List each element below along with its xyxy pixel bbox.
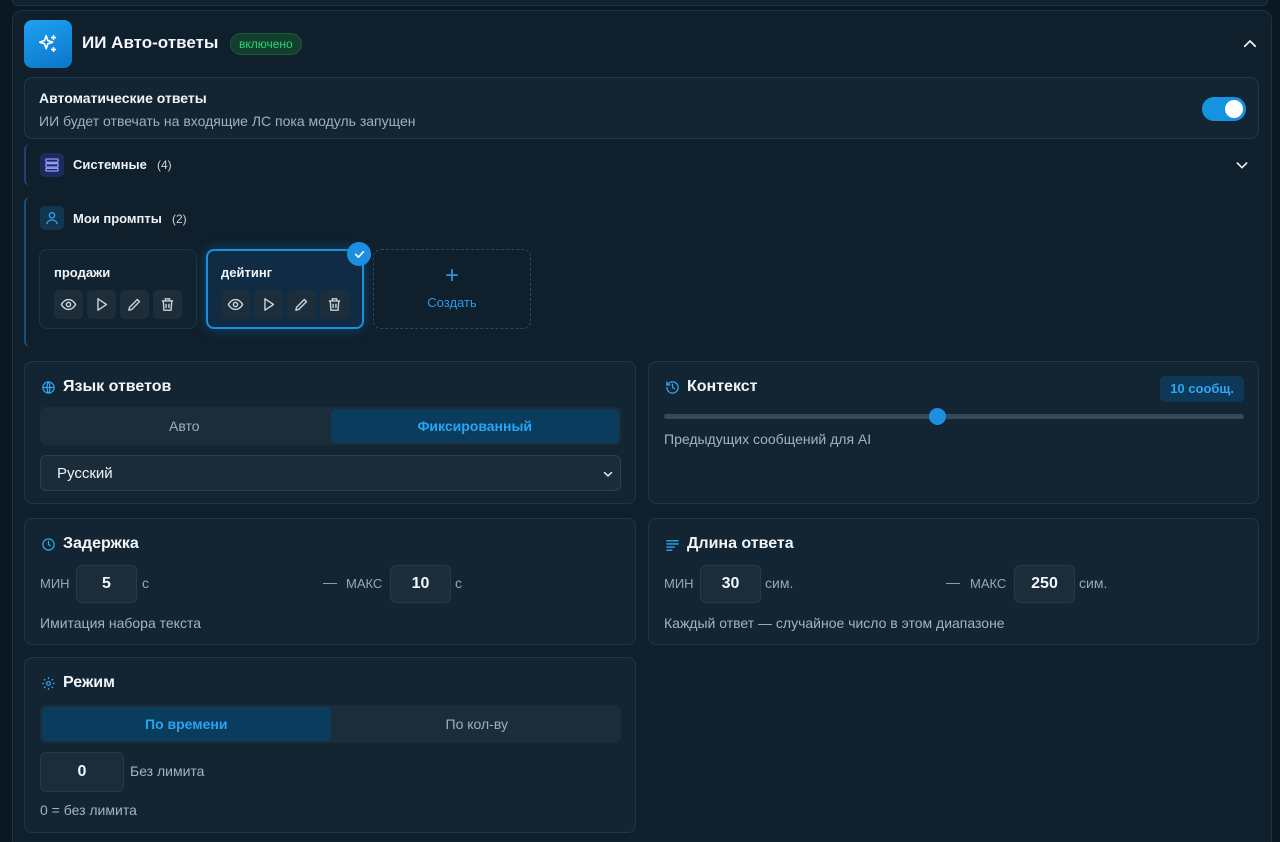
system-prompts-section[interactable]: Системные (4) bbox=[24, 144, 1259, 186]
sparkles-icon bbox=[24, 20, 72, 68]
toggle-knob bbox=[1225, 100, 1243, 118]
length-card: Длина ответа МИН 30 сим. — МАКС 250 сим.… bbox=[648, 518, 1259, 645]
user-icon bbox=[40, 206, 64, 230]
run-button[interactable] bbox=[254, 290, 283, 319]
delay-range-dash: — bbox=[323, 574, 337, 590]
context-slider[interactable] bbox=[664, 408, 1244, 425]
delay-min-input[interactable]: 5 bbox=[76, 565, 137, 603]
status-badge: включено bbox=[230, 33, 302, 55]
plus-icon: + bbox=[444, 262, 459, 289]
create-label: Создать bbox=[427, 295, 477, 310]
edit-button[interactable] bbox=[120, 290, 149, 319]
play-icon bbox=[264, 298, 275, 311]
chevron-down-icon bbox=[602, 467, 614, 485]
view-button[interactable] bbox=[54, 290, 83, 319]
chevron-up-icon bbox=[1243, 40, 1257, 48]
length-min-label: МИН bbox=[664, 576, 694, 591]
pencil-icon bbox=[295, 298, 308, 311]
limit-input[interactable]: 0 bbox=[40, 752, 124, 792]
delete-button[interactable] bbox=[320, 290, 349, 319]
delay-card: Задержка МИН 5 с — МАКС 10 с Имитация на… bbox=[24, 518, 636, 645]
length-max-unit: сим. bbox=[1079, 575, 1108, 591]
system-prompts-label: Системные bbox=[73, 157, 147, 172]
history-icon bbox=[664, 379, 680, 395]
delay-title: Задержка bbox=[63, 535, 139, 552]
length-description: Каждый ответ — случайное число в этом ди… bbox=[664, 615, 1005, 631]
panel-title: ИИ Авто-ответы bbox=[82, 33, 219, 52]
edit-button[interactable] bbox=[287, 290, 316, 319]
language-fixed-option[interactable]: Фиксированный bbox=[330, 409, 619, 443]
prompt-name: дейтинг bbox=[221, 265, 273, 280]
expand-system-prompts[interactable] bbox=[1231, 154, 1253, 176]
mode-card: Режим По времени По кол-ву 0 Без лимита … bbox=[24, 657, 636, 833]
delay-description: Имитация набора текста bbox=[40, 615, 202, 631]
auto-replies-toggle[interactable] bbox=[1202, 97, 1246, 121]
language-auto-option[interactable]: Авто bbox=[40, 407, 329, 445]
auto-replies-title: Автоматические ответы bbox=[39, 90, 207, 106]
delay-min-unit: с bbox=[142, 575, 149, 591]
check-icon bbox=[347, 242, 371, 266]
play-icon bbox=[97, 298, 108, 311]
context-slider-thumb[interactable] bbox=[928, 408, 946, 425]
clock-icon bbox=[40, 536, 56, 552]
eye-icon bbox=[60, 298, 77, 311]
length-min-input[interactable]: 30 bbox=[700, 565, 761, 603]
view-button[interactable] bbox=[221, 290, 250, 319]
length-max-input[interactable]: 250 bbox=[1014, 565, 1075, 603]
length-max-label: МАКС bbox=[970, 576, 1007, 591]
prompt-card-dating[interactable]: дейтинг bbox=[206, 242, 371, 329]
system-prompts-count: (4) bbox=[157, 158, 172, 172]
ai-auto-replies-panel: ИИ Авто-ответы включено Автоматические о… bbox=[12, 10, 1272, 842]
length-range-dash: — bbox=[946, 574, 960, 590]
context-description: Предыдущих сообщений для AI bbox=[664, 431, 872, 447]
limit-label: Без лимита bbox=[130, 763, 205, 779]
context-count-badge: 10 сообщ. bbox=[1160, 376, 1244, 402]
collapse-button[interactable] bbox=[1239, 33, 1261, 55]
delay-max-unit: с bbox=[455, 575, 462, 591]
delay-max-label: МАКС bbox=[346, 576, 383, 591]
auto-replies-description: ИИ будет отвечать на входящие ЛС пока мо… bbox=[39, 113, 416, 129]
delay-max-input[interactable]: 10 bbox=[390, 565, 451, 603]
mode-by-time-option[interactable]: По времени bbox=[42, 707, 331, 741]
run-button[interactable] bbox=[87, 290, 116, 319]
top-strip bbox=[12, 0, 1268, 6]
length-min-unit: сим. bbox=[765, 575, 794, 591]
trash-icon bbox=[161, 298, 174, 311]
delete-button[interactable] bbox=[153, 290, 182, 319]
length-title: Длина ответа bbox=[687, 535, 794, 552]
language-select[interactable]: Русский bbox=[40, 455, 621, 491]
text-lines-icon bbox=[664, 536, 680, 552]
delay-min-label: МИН bbox=[40, 576, 70, 591]
my-prompts-count: (2) bbox=[172, 212, 187, 226]
language-title: Язык ответов bbox=[63, 378, 172, 395]
auto-replies-row: Автоматические ответы ИИ будет отвечать … bbox=[24, 77, 1259, 139]
prompt-card-sales[interactable]: продажи bbox=[39, 249, 197, 329]
language-card: Язык ответов Авто Фиксированный Русский bbox=[24, 361, 636, 504]
prompt-name: продажи bbox=[54, 265, 111, 280]
server-icon bbox=[40, 153, 64, 177]
context-card: Контекст 10 сообщ. Предыдущих сообщений … bbox=[648, 361, 1259, 504]
limit-hint: 0 = без лимита bbox=[40, 802, 137, 818]
mode-by-count-option[interactable]: По кол-ву bbox=[333, 705, 622, 743]
mode-toggle: По времени По кол-ву bbox=[40, 705, 621, 743]
mode-title: Режим bbox=[63, 674, 115, 691]
my-prompts-label: Мои промпты bbox=[73, 211, 162, 226]
gear-icon bbox=[40, 675, 56, 691]
trash-icon bbox=[328, 298, 341, 311]
chevron-down-icon bbox=[1236, 162, 1248, 169]
my-prompts-section: Мои промпты (2) продажи дейтинг + Создат… bbox=[24, 197, 1259, 347]
pencil-icon bbox=[128, 298, 141, 311]
globe-icon bbox=[40, 379, 56, 395]
language-select-value: Русский bbox=[57, 465, 113, 482]
language-mode-toggle: Авто Фиксированный bbox=[40, 407, 621, 445]
create-prompt-button[interactable]: + Создать bbox=[373, 249, 531, 329]
context-title: Контекст bbox=[687, 378, 758, 395]
eye-icon bbox=[227, 298, 244, 311]
